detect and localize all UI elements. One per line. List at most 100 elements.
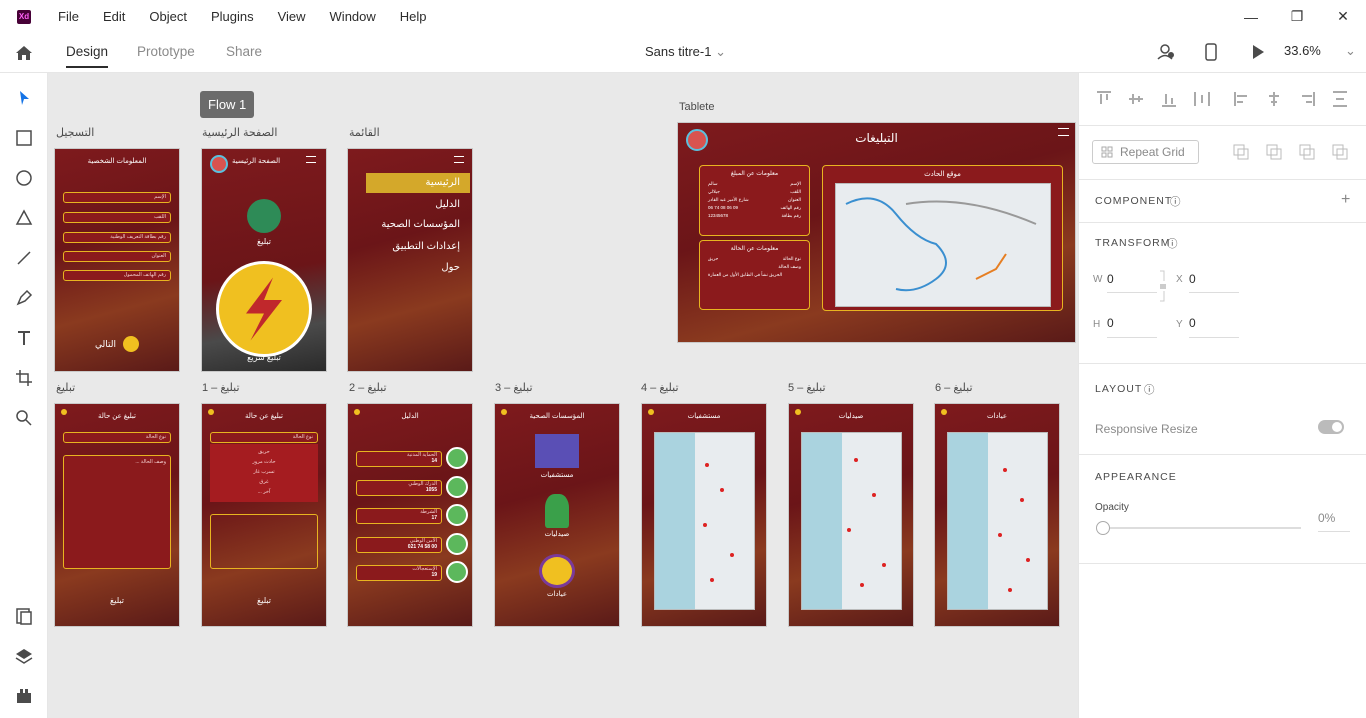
distribute-horizontal-icon[interactable] <box>1331 90 1349 108</box>
artboard-label[interactable]: الصفحة الرئيسية <box>202 126 277 139</box>
menu-edit[interactable]: Edit <box>103 9 125 24</box>
rectangle-tool-icon[interactable] <box>14 128 34 148</box>
info-icon[interactable]: ⓘ <box>1170 194 1181 209</box>
boolean-subtract-icon[interactable] <box>1265 143 1283 161</box>
artboard-tool-icon[interactable] <box>14 368 34 388</box>
artboard-label[interactable]: تبليغ – 5 <box>788 381 826 394</box>
menu-item: حول <box>441 262 460 273</box>
ellipse-tool-icon[interactable] <box>14 168 34 188</box>
menu-file[interactable]: File <box>58 9 79 24</box>
close-button[interactable]: ✕ <box>1320 0 1366 33</box>
text-tool-icon[interactable] <box>14 328 34 348</box>
select-tool-icon[interactable] <box>14 88 34 108</box>
width-label: W <box>1093 274 1103 285</box>
align-left-icon[interactable] <box>1233 90 1251 108</box>
info-icon[interactable]: ⓘ <box>1167 236 1178 251</box>
user-share-icon[interactable] <box>1157 43 1175 61</box>
incident-info-card: معلومات عن الحالة حريق نوع الحالة وصف الح… <box>699 240 810 310</box>
card-row-value: الحريق نشأ في الطابق الأول من العمارة <box>708 272 783 277</box>
artboard-tablet[interactable]: التبليغات معلومات عن المبلغ سالم الإسم جي… <box>677 122 1076 343</box>
lock-aspect-icon[interactable] <box>1158 269 1168 303</box>
align-right-icon[interactable] <box>1298 90 1316 108</box>
menu-view[interactable]: View <box>278 9 306 24</box>
incident-map-card: موقع الحادث <box>822 165 1063 311</box>
repeat-grid-button[interactable]: Repeat Grid <box>1092 140 1199 164</box>
menu-object[interactable]: Object <box>149 9 187 24</box>
menu-window[interactable]: Window <box>330 9 376 24</box>
distribute-vertical-icon[interactable] <box>1193 90 1211 108</box>
home-icon[interactable] <box>14 43 34 63</box>
artboard-report[interactable]: تبليغ عن حالة نوع الحالة ... وصف الحالة … <box>54 403 180 627</box>
opacity-slider-track[interactable] <box>1103 527 1301 529</box>
artboard-label[interactable]: تبليغ – 3 <box>495 381 533 394</box>
info-icon[interactable]: ⓘ <box>1144 382 1155 397</box>
maximize-button[interactable]: ❐ <box>1274 0 1320 33</box>
assets-panel-icon[interactable] <box>14 606 34 626</box>
input-field: رقم بطاقة التعريف الوطنية <box>63 232 171 243</box>
artboard-hospitals-map[interactable]: مستشفيات <box>641 403 767 627</box>
minimize-button[interactable]: — <box>1228 0 1274 33</box>
play-icon[interactable] <box>1251 44 1265 60</box>
align-center-icon[interactable] <box>1265 90 1283 108</box>
boolean-exclude-icon[interactable] <box>1331 143 1349 161</box>
dropdown-option: حريق <box>258 449 270 455</box>
boolean-intersect-icon[interactable] <box>1298 143 1316 161</box>
entry-number: 17 <box>431 515 437 521</box>
artboard-menu[interactable]: الرئيسية الدليل المؤسسات الصحية إعدادات … <box>347 148 473 372</box>
map-view <box>801 432 902 610</box>
boolean-add-icon[interactable] <box>1232 143 1250 161</box>
mobile-preview-icon[interactable] <box>1205 43 1217 61</box>
plugins-icon[interactable] <box>14 686 34 706</box>
height-input[interactable]: 0 <box>1107 316 1114 330</box>
tab-share[interactable]: Share <box>226 44 262 59</box>
menu-help[interactable]: Help <box>400 9 427 24</box>
artboard-label[interactable]: تبليغ – 2 <box>349 381 387 394</box>
divider <box>1079 179 1366 180</box>
board-header: تبليغ عن حالة <box>245 413 283 420</box>
map-pin-icon <box>854 458 858 462</box>
flow-label[interactable]: Flow 1 <box>200 91 255 118</box>
artboard-label[interactable]: القائمة <box>349 126 380 139</box>
align-bottom-icon[interactable] <box>1160 90 1178 108</box>
line-tool-icon[interactable] <box>14 248 34 268</box>
artboard-label[interactable]: تبليغ <box>56 381 75 394</box>
opacity-slider-handle[interactable] <box>1096 521 1110 535</box>
zoom-tool-icon[interactable] <box>14 408 34 428</box>
card-row-label: رقم الهاتف <box>780 205 801 210</box>
x-input[interactable]: 0 <box>1189 272 1196 286</box>
artboard-label[interactable]: Tablete <box>679 101 714 113</box>
y-input[interactable]: 0 <box>1189 316 1196 330</box>
align-middle-icon[interactable] <box>1127 90 1145 108</box>
menu-plugins[interactable]: Plugins <box>211 9 254 24</box>
menu-item: المؤسسات الصحية <box>381 219 460 230</box>
artboard-label[interactable]: تبليغ – 1 <box>202 381 240 394</box>
artboard-report-dropdown[interactable]: تبليغ عن حالة نوع الحالة حريق حادث مرور … <box>201 403 327 627</box>
zoom-chevron-icon[interactable]: ⌄ <box>1345 43 1356 59</box>
artboard-registration[interactable]: المعلومات الشخصية الإسم اللقب رقم بطاقة … <box>54 148 180 372</box>
artboard-directory[interactable]: الدليل الحماية المدنية 14 الدرك الوطني 105… <box>347 403 473 627</box>
menu-bar: File Edit Object Plugins View Window Hel… <box>58 9 451 24</box>
polygon-tool-icon[interactable] <box>14 208 34 228</box>
card-title: معلومات عن المبلغ <box>730 171 779 177</box>
artboard-clinics-map[interactable]: عيادات <box>934 403 1060 627</box>
artboard-label[interactable]: تبليغ – 4 <box>641 381 679 394</box>
document-title[interactable]: Sans titre-1 ⌄ <box>645 44 726 60</box>
design-canvas[interactable]: Flow 1 التسجيل الصفحة الرئيسية القائمة T… <box>48 73 1078 718</box>
tab-prototype[interactable]: Prototype <box>137 44 195 59</box>
add-component-button[interactable]: + <box>1341 191 1350 209</box>
layers-icon[interactable] <box>14 646 34 666</box>
artboard-home[interactable]: الصفحة الرئيسية تبليغ تبليغ سريع <box>201 148 327 372</box>
artboard-label[interactable]: التسجيل <box>56 126 94 139</box>
opacity-value[interactable]: 0% <box>1318 511 1335 525</box>
zoom-level[interactable]: 33.6% <box>1284 43 1321 58</box>
align-top-icon[interactable] <box>1095 90 1113 108</box>
pen-tool-icon[interactable] <box>14 288 34 308</box>
artboard-pharmacies-map[interactable]: صيدليات <box>788 403 914 627</box>
card-row-value: 12345678 <box>708 213 729 218</box>
tab-design[interactable]: Design <box>66 44 109 68</box>
responsive-resize-toggle[interactable] <box>1318 420 1344 434</box>
input-field: رقم الهاتف المحمول <box>63 270 171 281</box>
artboard-health-institutions[interactable]: المؤسسات الصحية مستشفيات صيدليات عيادات <box>494 403 620 627</box>
artboard-label[interactable]: تبليغ – 6 <box>935 381 973 394</box>
width-input[interactable]: 0 <box>1107 272 1114 286</box>
